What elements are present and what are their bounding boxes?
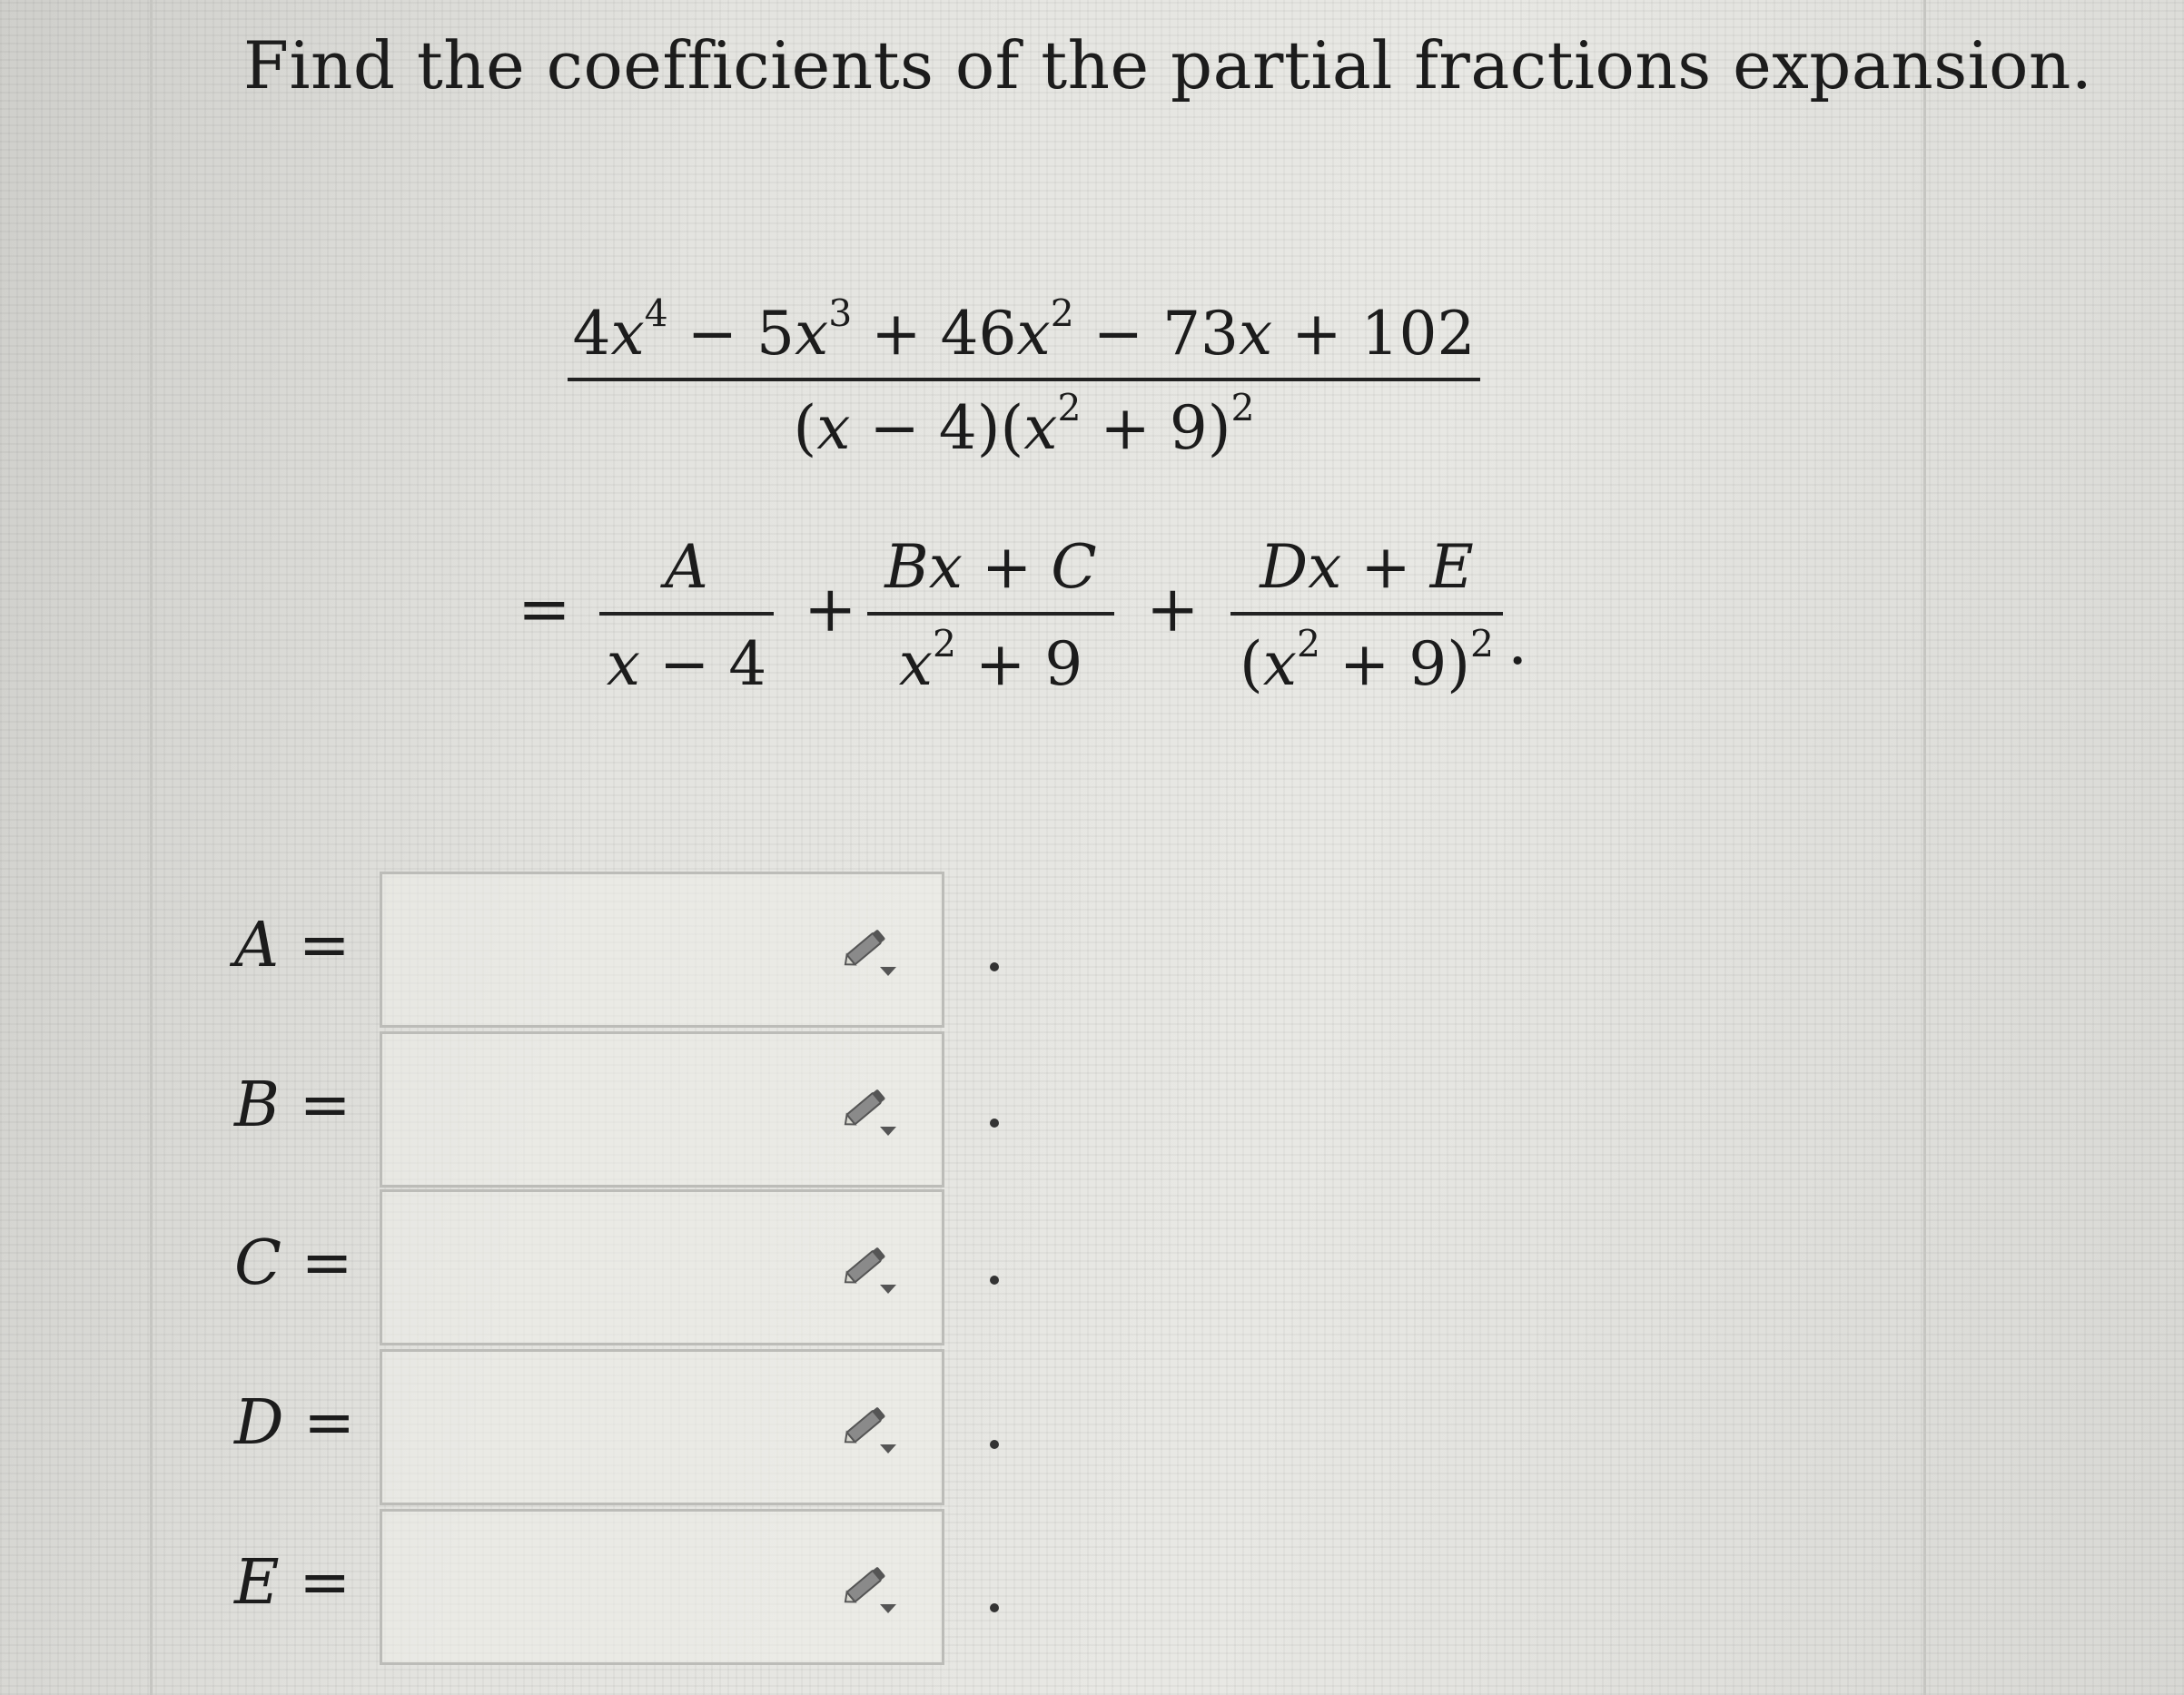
label-d: D = xyxy=(234,1387,356,1459)
term-bc-denominator: x2 + 9 xyxy=(898,622,1083,699)
pencil-dropdown-icon[interactable] xyxy=(840,1081,904,1145)
row-dot-a xyxy=(990,962,999,971)
answer-input-e[interactable] xyxy=(380,1509,944,1665)
term-bc-numerator: Bx + C xyxy=(884,532,1097,602)
fraction-term-a: A x − 4 xyxy=(599,527,774,708)
main-denominator: (x − 4)(x2 + 9)2 xyxy=(793,386,1255,463)
plus-sign-2: + xyxy=(1146,572,1200,646)
row-dot-d xyxy=(990,1440,999,1449)
pencil-dropdown-icon[interactable] xyxy=(840,921,904,985)
pencil-dropdown-icon[interactable] xyxy=(840,1559,904,1622)
term-de-denominator: (x2 + 9)2 xyxy=(1239,622,1495,699)
main-fraction: 4x4 − 5x3 + 46x2 − 73x + 102 (x − 4)(x2 … xyxy=(568,292,1480,472)
period: . xyxy=(1507,605,1528,679)
answer-input-b[interactable] xyxy=(380,1031,944,1187)
row-dot-b xyxy=(990,1119,999,1128)
main-numerator: 4x4 − 5x3 + 46x2 − 73x + 102 xyxy=(572,291,1476,369)
question-title: Find the coefficients of the partial fra… xyxy=(243,27,2093,103)
main-fraction-bar xyxy=(568,378,1480,381)
term-a-numerator: A xyxy=(665,532,708,602)
label-e: E = xyxy=(234,1547,351,1619)
term-de-numerator: Dx + E xyxy=(1260,532,1474,602)
label-b: B = xyxy=(234,1069,351,1141)
fraction-term-bc: Bx + C x2 + 9 xyxy=(867,527,1114,708)
row-dot-c xyxy=(990,1276,999,1285)
answer-input-c[interactable] xyxy=(380,1189,944,1345)
term-a-denominator: x − 4 xyxy=(606,629,767,699)
fraction-term-de: Dx + E (x2 + 9)2 xyxy=(1230,527,1503,708)
answer-input-d[interactable] xyxy=(380,1349,944,1505)
pencil-dropdown-icon[interactable] xyxy=(840,1399,904,1463)
pencil-dropdown-icon[interactable] xyxy=(840,1239,904,1303)
label-c: C = xyxy=(234,1227,353,1299)
answer-input-a[interactable] xyxy=(380,872,944,1028)
plus-sign-1: + xyxy=(804,572,857,646)
equals-sign: = xyxy=(518,572,571,646)
row-dot-e xyxy=(990,1603,999,1612)
label-a: A = xyxy=(234,910,351,981)
